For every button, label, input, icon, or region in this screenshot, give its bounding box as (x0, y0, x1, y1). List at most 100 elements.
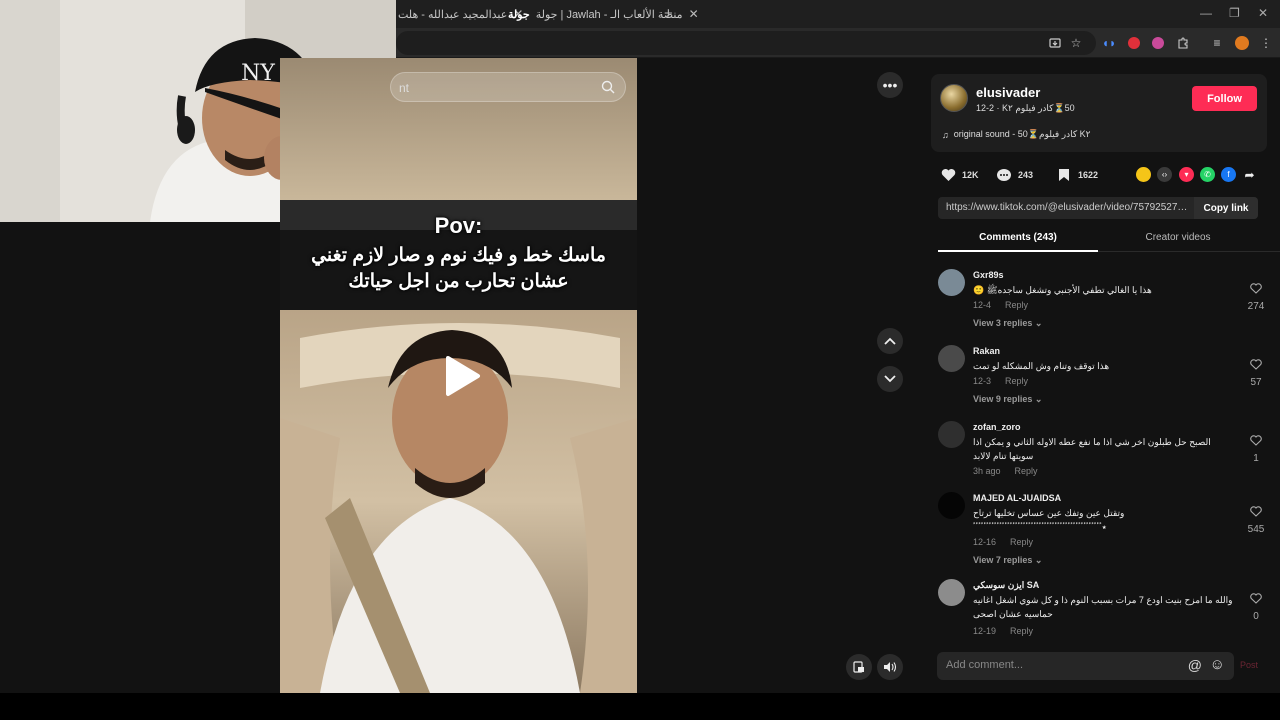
comment-text: وتقتل عين وتفك عين عساس تخليها ترتاح ٭ٴٴ… (973, 508, 1125, 532)
heart-outline-icon[interactable] (1250, 283, 1262, 294)
media-controls-icon[interactable]: ≡ (1209, 35, 1225, 51)
details-panel: elusivader 50⏳كادر فيلوم K٢ · 12-2 Follo… (918, 58, 1280, 693)
previous-video-icon[interactable] (877, 328, 903, 354)
panel-tabs: Comments (243) Creator videos (938, 228, 1280, 252)
tab-creator-videos[interactable]: Creator videos (1098, 232, 1258, 243)
comment-like[interactable]: 274 (1244, 281, 1268, 312)
avatar[interactable] (940, 84, 968, 112)
video-caption-line: ماسك خط و فيك نوم و صار لازم تغني (311, 245, 606, 266)
comment-placeholder: Add comment... (946, 659, 1024, 671)
whatsapp-icon[interactable]: ✆ (1200, 167, 1215, 182)
restore-icon[interactable]: ❐ (1229, 6, 1240, 20)
new-tab-button[interactable]: + (664, 5, 673, 22)
comment-date: 3h ago (973, 466, 1001, 476)
extensions-puzzle-icon[interactable] (1175, 35, 1191, 51)
emoji-icon[interactable]: ☺ (1210, 656, 1225, 673)
reply-button[interactable]: Reply (1010, 537, 1033, 547)
extension-red-icon[interactable] (1128, 37, 1140, 49)
send-to-friends-icon[interactable]: ▾ (1179, 167, 1194, 182)
avatar[interactable] (938, 345, 965, 372)
volume-icon[interactable] (877, 654, 903, 680)
comment-like[interactable]: 57 (1244, 357, 1268, 388)
tab-label: عبدالمجيد عبدالله - هلت (398, 8, 508, 21)
reply-button[interactable]: Reply (1015, 466, 1038, 476)
reply-button[interactable]: Reply (1005, 376, 1028, 386)
view-replies-label: View 7 replies (973, 555, 1033, 565)
comment-input[interactable]: Add comment... @ ☺ (937, 652, 1234, 680)
install-app-icon[interactable] (1047, 35, 1063, 51)
view-replies-button[interactable]: View 3 replies ⌄ (973, 318, 1042, 329)
comment-like-count: 57 (1250, 377, 1262, 388)
comment-username[interactable]: Gxr89s (973, 270, 1004, 280)
comment-text: هذا يا الغالي تطفي الأجنبي وتشغل ساجدهﷺ … (973, 285, 1152, 295)
comment-item: Gxr89s هذا يا الغالي تطفي الأجنبي وتشغل … (938, 269, 1268, 335)
like-icon[interactable] (940, 167, 956, 183)
minimize-icon[interactable]: — (1200, 6, 1212, 20)
address-bar[interactable] (396, 31, 1096, 55)
post-button[interactable]: Post (1240, 660, 1258, 670)
video-url[interactable]: https://www.tiktok.com/@elusivader/video… (946, 202, 1190, 213)
avatar[interactable] (938, 269, 965, 296)
next-video-icon[interactable] (877, 366, 903, 392)
comment-username[interactable]: Rakan (973, 346, 1000, 356)
extension-audio-icon[interactable]: ◖◗ (1101, 35, 1117, 51)
video-player[interactable]: nt Pov: ماسك خط و فيك نوم و صار لازم تغن… (280, 58, 637, 693)
browser-tab[interactable]: عبدالمجيد عبدالله - هلت ✕ (398, 4, 523, 24)
share-arrow-icon[interactable]: ➦ (1242, 167, 1257, 182)
sound-link[interactable]: ♫ original sound - 50⏳كادر فيلوم K٢ (942, 129, 1090, 140)
bottom-bar (0, 693, 1280, 720)
view-replies-button[interactable]: View 7 replies ⌄ (973, 555, 1042, 566)
search-input[interactable]: nt (390, 72, 626, 102)
heart-outline-icon[interactable] (1250, 359, 1262, 370)
comment-text: الصبح حل طبلون اخر شي اذا ما نفع عطه الا… (973, 437, 1211, 461)
video-caption-line: عشان تحارب من اجل حياتك (348, 271, 569, 292)
comment-meta: 12-4 Reply (973, 300, 1028, 310)
comment-username[interactable]: ايزن سوسكي SA (973, 580, 1039, 591)
avatar[interactable] (938, 492, 965, 519)
close-tab-icon[interactable]: ✕ (689, 7, 699, 21)
browser-menu-icon[interactable]: ⋮ (1258, 35, 1274, 51)
profile-avatar[interactable] (1235, 36, 1249, 50)
play-icon[interactable] (443, 355, 481, 397)
author-subtitle: 50⏳كادر فيلوم K٢ · 12-2 (976, 103, 1075, 113)
bookmark-icon[interactable] (1056, 167, 1072, 183)
comment-like-count: 274 (1247, 301, 1265, 312)
author-card: elusivader 50⏳كادر فيلوم K٢ · 12-2 Follo… (931, 74, 1267, 152)
comment-like[interactable]: 545 (1244, 504, 1268, 535)
tab-comments[interactable]: Comments (243) (938, 232, 1098, 243)
more-options-icon[interactable]: ••• (877, 72, 903, 98)
save-count: 1622 (1078, 170, 1099, 180)
comment-like[interactable]: 1 (1244, 433, 1268, 464)
tab-brand-icon: جولة (508, 8, 530, 21)
view-replies-button[interactable]: View 9 replies ⌄ (973, 394, 1042, 405)
heart-outline-icon[interactable] (1250, 593, 1262, 604)
view-replies-label: View 9 replies (973, 394, 1033, 404)
follow-button[interactable]: Follow (1192, 86, 1257, 111)
comment-icon[interactable] (996, 167, 1012, 183)
extension-pink-icon[interactable] (1152, 37, 1164, 49)
copy-link-button[interactable]: Copy link (1194, 197, 1258, 219)
comment-like-count: 1 (1253, 453, 1259, 464)
chevron-down-icon: ⌄ (1034, 394, 1043, 404)
comment-count: 243 (1018, 170, 1034, 180)
comment-username[interactable]: MAJED AL-JUAIDSA (973, 493, 1061, 503)
author-name[interactable]: elusivader (976, 85, 1040, 100)
comment-meta: 3h ago Reply (973, 466, 1038, 476)
facebook-icon[interactable]: f (1221, 167, 1236, 182)
search-icon[interactable] (601, 80, 615, 94)
comment-text: والله ما امزح بنيت اودع 7 مرات بسبب النو… (973, 595, 1233, 619)
reply-button[interactable]: Reply (1005, 300, 1028, 310)
mention-icon[interactable]: @ (1188, 657, 1202, 673)
bookmark-star-icon[interactable]: ☆ (1068, 35, 1084, 51)
comment-username[interactable]: zofan_zoro (973, 422, 1021, 432)
reply-button[interactable]: Reply (1010, 626, 1033, 636)
comment-like[interactable]: 0 (1244, 591, 1268, 622)
avatar[interactable] (938, 421, 965, 448)
embed-icon[interactable]: ‹› (1157, 167, 1172, 182)
floating-player-icon[interactable] (846, 654, 872, 680)
heart-outline-icon[interactable] (1250, 435, 1262, 446)
heart-outline-icon[interactable] (1250, 506, 1262, 517)
avatar[interactable] (938, 579, 965, 606)
repost-icon[interactable] (1136, 167, 1151, 182)
close-window-icon[interactable]: ✕ (1258, 6, 1268, 20)
